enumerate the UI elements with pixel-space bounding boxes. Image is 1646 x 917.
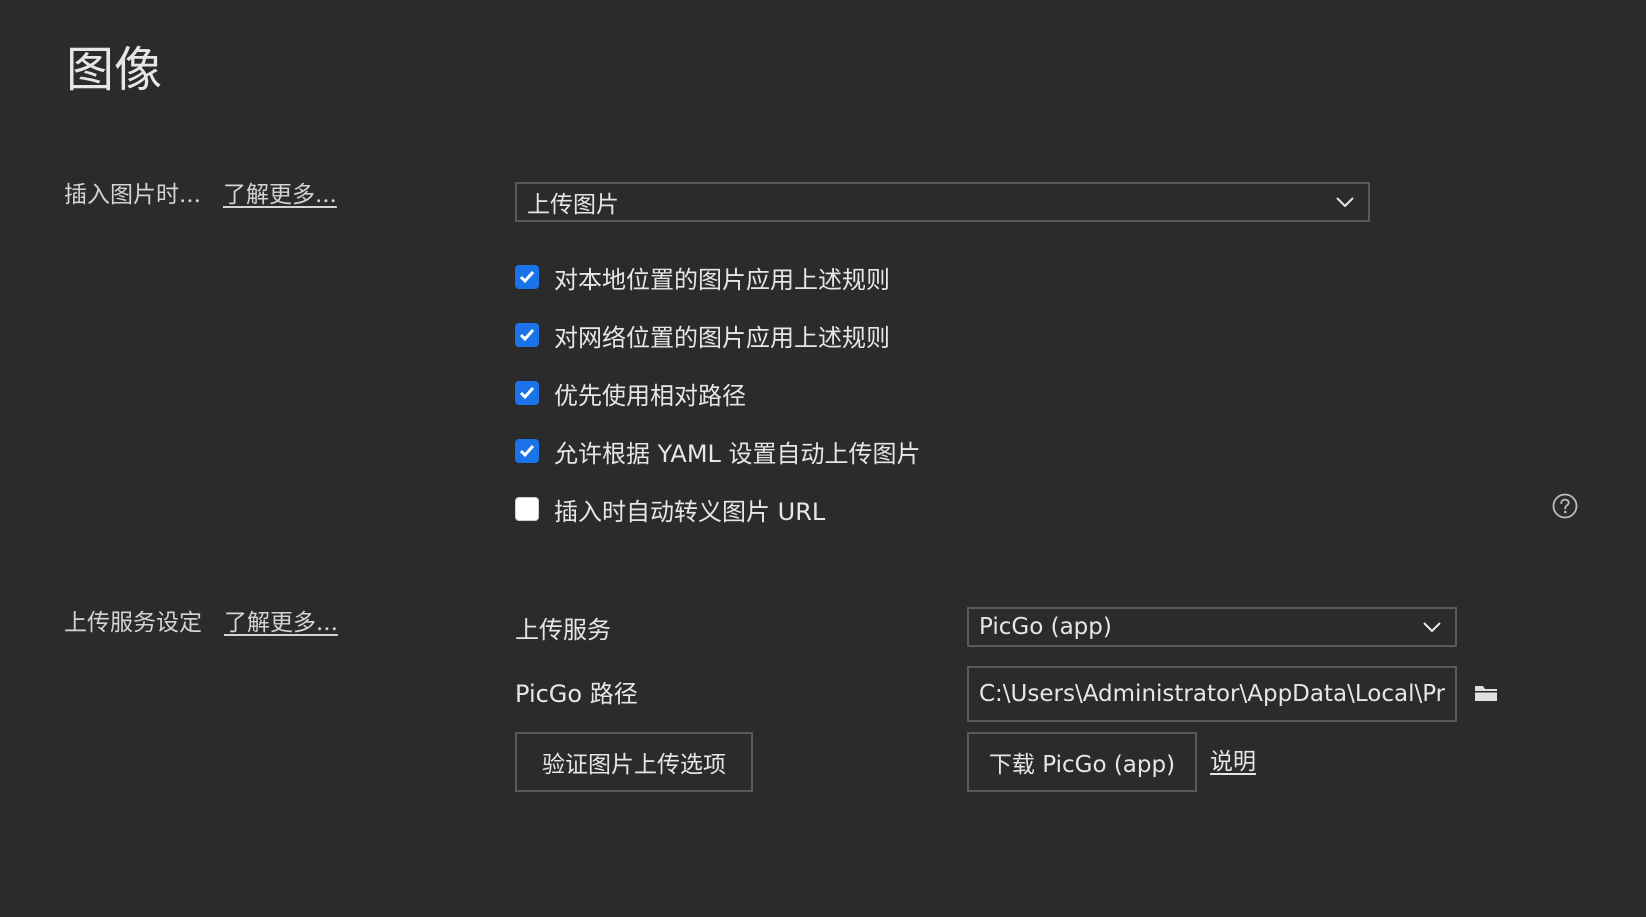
upload-service-learn-more-link[interactable]: 了解更多... [224, 610, 338, 636]
verify-upload-button[interactable]: 验证图片上传选项 [515, 732, 753, 792]
insert-image-learn-more-link[interactable]: 了解更多... [223, 182, 337, 208]
checkbox-yaml-auto-upload-box[interactable] [515, 439, 539, 463]
checkbox-escape-url-box[interactable] [515, 497, 539, 521]
picgo-path-input[interactable] [967, 666, 1457, 722]
settings-page: 图像 插入图片时... 了解更多... 上传图片 对本地位置的图片应用上述规则 对… [0, 0, 1646, 917]
checkbox-apply-network-box[interactable] [515, 323, 539, 347]
insert-image-section-label: 插入图片时... 了解更多... [64, 179, 337, 211]
checkbox-escape-url-label: 插入时自动转义图片 URL [554, 497, 826, 526]
checkmark-icon [519, 445, 535, 458]
insert-image-dropdown[interactable]: 上传图片 [515, 182, 1370, 222]
checkbox-relative-path[interactable]: 优先使用相对路径 [515, 375, 746, 411]
upload-service-field-label: 上传服务 [515, 616, 611, 644]
upload-service-label: 上传服务设定 [64, 610, 202, 636]
checkbox-apply-local[interactable]: 对本地位置的图片应用上述规则 [515, 259, 890, 295]
checkmark-icon [519, 387, 535, 400]
upload-service-dropdown-value: PicGo (app) [979, 614, 1112, 640]
insert-image-dropdown-value: 上传图片 [527, 192, 619, 218]
insert-image-label: 插入图片时... [64, 182, 201, 208]
checkbox-apply-local-box[interactable] [515, 265, 539, 289]
checkbox-apply-network[interactable]: 对网络位置的图片应用上述规则 [515, 317, 890, 353]
checkbox-apply-network-label: 对网络位置的图片应用上述规则 [554, 323, 890, 352]
checkmark-icon [519, 329, 535, 342]
checkbox-apply-local-label: 对本地位置的图片应用上述规则 [554, 265, 890, 294]
download-picgo-button[interactable]: 下载 PicGo (app) [967, 732, 1197, 792]
checkbox-relative-path-box[interactable] [515, 381, 539, 405]
upload-service-section-label: 上传服务设定 了解更多... [64, 607, 338, 639]
checkbox-escape-url[interactable]: 插入时自动转义图片 URL [515, 491, 825, 527]
checkmark-icon [519, 271, 535, 284]
folder-icon[interactable] [1474, 683, 1498, 703]
page-title: 图像 [66, 42, 163, 98]
checkbox-relative-path-label: 优先使用相对路径 [554, 381, 746, 410]
picgo-path-label: PicGo 路径 [515, 680, 638, 708]
upload-service-dropdown[interactable]: PicGo (app) [967, 607, 1457, 647]
question-circle-icon[interactable] [1552, 493, 1578, 519]
checkbox-yaml-auto-upload[interactable]: 允许根据 YAML 设置自动上传图片 [515, 433, 921, 469]
chevron-down-icon [1336, 197, 1354, 207]
picgo-help-link[interactable]: 说明 [1210, 745, 1256, 779]
checkbox-yaml-auto-upload-label: 允许根据 YAML 设置自动上传图片 [554, 439, 921, 468]
chevron-down-icon [1423, 622, 1441, 632]
